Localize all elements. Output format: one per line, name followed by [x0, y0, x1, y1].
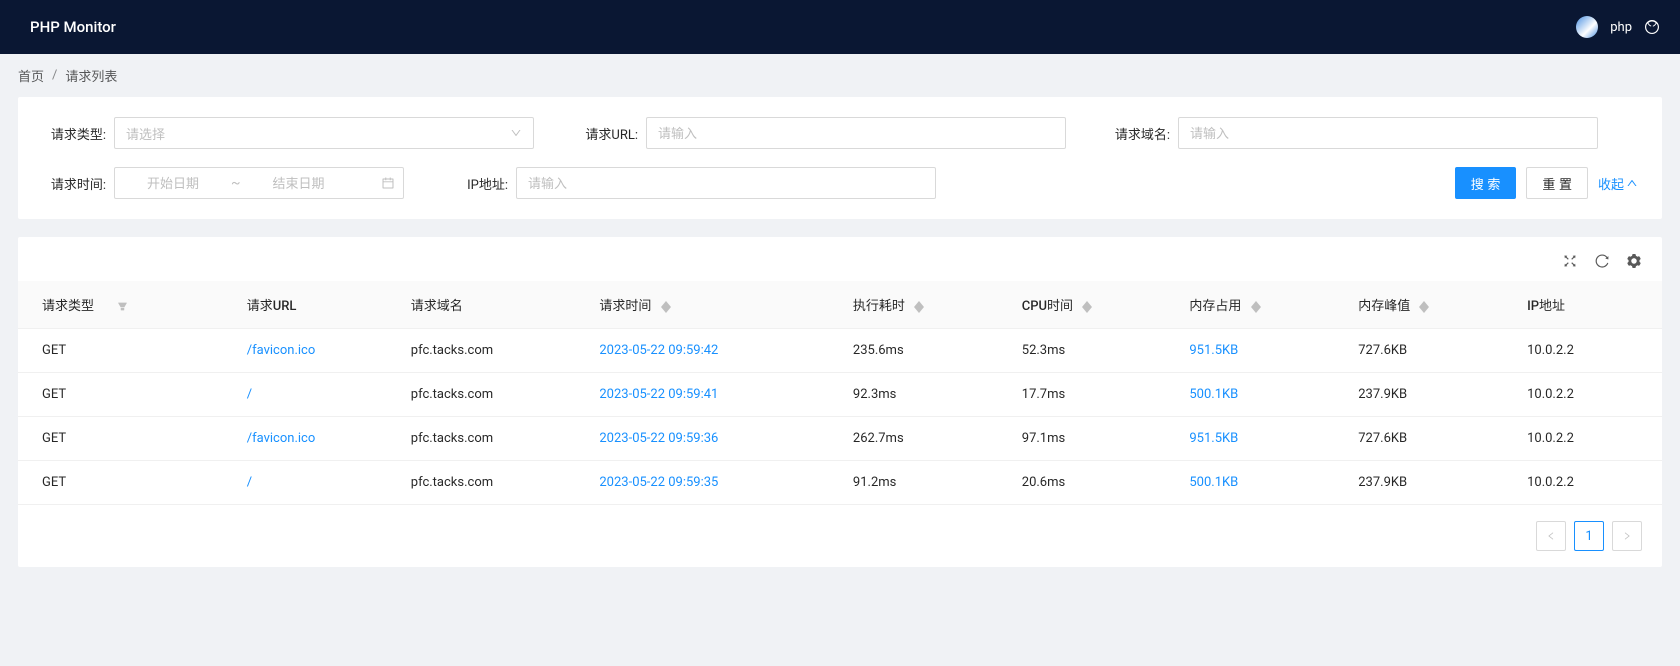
cell-mem[interactable]: 500.1KB — [1177, 461, 1346, 505]
cell-type: GET — [18, 329, 235, 373]
app-header: PHP Monitor php — [0, 0, 1680, 54]
cell-cpu: 20.6ms — [1010, 461, 1178, 505]
next-page-button[interactable] — [1612, 521, 1642, 551]
table-row: GET/favicon.icopfc.tacks.com2023-05-22 0… — [18, 329, 1662, 373]
settings-icon[interactable] — [1626, 253, 1642, 269]
col-time[interactable]: 请求时间 — [587, 281, 841, 329]
username[interactable]: php — [1610, 20, 1632, 35]
cell-url[interactable]: / — [235, 461, 399, 505]
cell-peak: 727.6KB — [1346, 417, 1515, 461]
request-table: 请求类型 请求URL 请求域名 请求时间 执行耗时 CPU时间 — [18, 281, 1662, 505]
filter-label-ip: IP地址: — [444, 174, 508, 193]
col-url: 请求URL — [235, 281, 399, 329]
chevron-down-icon — [510, 127, 522, 139]
breadcrumb-home[interactable]: 首页 — [18, 66, 44, 85]
breadcrumb: 首页 / 请求列表 — [0, 54, 1680, 97]
col-type[interactable]: 请求类型 — [18, 281, 235, 329]
collapse-label: 收起 — [1598, 174, 1624, 193]
cell-ip: 10.0.2.2 — [1515, 461, 1662, 505]
app-title: PHP Monitor — [30, 18, 116, 36]
sort-icon[interactable] — [661, 301, 671, 313]
cell-url[interactable]: /favicon.ico — [235, 417, 399, 461]
header-right: php — [1576, 16, 1660, 38]
pagination: 1 — [18, 505, 1662, 567]
request-type-select[interactable]: 请选择 — [114, 117, 534, 149]
cell-cpu: 97.1ms — [1010, 417, 1178, 461]
chevron-up-icon — [1626, 177, 1638, 189]
request-url-input[interactable] — [646, 117, 1066, 149]
cell-exec: 262.7ms — [841, 417, 1010, 461]
calendar-icon — [381, 176, 395, 190]
col-exec[interactable]: 执行耗时 — [841, 281, 1010, 329]
cell-url[interactable]: / — [235, 373, 399, 417]
filter-label-domain: 请求域名: — [1106, 124, 1170, 143]
col-domain: 请求域名 — [399, 281, 588, 329]
page-1-button[interactable]: 1 — [1574, 521, 1604, 551]
cell-ip: 10.0.2.2 — [1515, 329, 1662, 373]
breadcrumb-current: 请求列表 — [65, 66, 117, 85]
sort-icon[interactable] — [1251, 301, 1261, 313]
start-date-input[interactable] — [123, 176, 223, 191]
cell-time[interactable]: 2023-05-22 09:59:36 — [587, 417, 841, 461]
reload-icon[interactable] — [1594, 253, 1610, 269]
col-cpu[interactable]: CPU时间 — [1010, 281, 1178, 329]
table-card: 请求类型 请求URL 请求域名 请求时间 执行耗时 CPU时间 — [18, 237, 1662, 567]
cell-domain: pfc.tacks.com — [399, 373, 588, 417]
ip-input[interactable] — [516, 167, 936, 199]
cell-peak: 727.6KB — [1346, 329, 1515, 373]
cell-mem[interactable]: 951.5KB — [1177, 417, 1346, 461]
col-ip: IP地址 — [1515, 281, 1662, 329]
range-tilde: ~ — [223, 175, 249, 191]
fullscreen-icon[interactable] — [1562, 253, 1578, 269]
request-domain-input[interactable] — [1178, 117, 1598, 149]
cell-time[interactable]: 2023-05-22 09:59:42 — [587, 329, 841, 373]
filter-label-url: 请求URL: — [574, 124, 638, 143]
filter-label-type: 请求类型: — [42, 124, 106, 143]
cell-exec: 91.2ms — [841, 461, 1010, 505]
cell-domain: pfc.tacks.com — [399, 461, 588, 505]
end-date-input[interactable] — [249, 176, 349, 191]
table-toolbar — [18, 237, 1662, 281]
cell-cpu: 52.3ms — [1010, 329, 1178, 373]
prev-page-button[interactable] — [1536, 521, 1566, 551]
cell-mem[interactable]: 951.5KB — [1177, 329, 1346, 373]
reset-button[interactable]: 重 置 — [1526, 167, 1588, 199]
table-row: GET/pfc.tacks.com2023-05-22 09:59:4192.3… — [18, 373, 1662, 417]
sort-icon[interactable] — [1082, 301, 1092, 313]
filter-icon[interactable] — [117, 301, 128, 312]
request-time-range[interactable]: ~ — [114, 167, 404, 199]
search-button[interactable]: 搜 索 — [1455, 167, 1517, 199]
cell-mem[interactable]: 500.1KB — [1177, 373, 1346, 417]
filter-card: 请求类型: 请选择 请求URL: 请求域名: 请求时间: ~ — [18, 97, 1662, 219]
breadcrumb-sep: / — [52, 68, 57, 83]
cell-time[interactable]: 2023-05-22 09:59:35 — [587, 461, 841, 505]
table-row: GET/pfc.tacks.com2023-05-22 09:59:3591.2… — [18, 461, 1662, 505]
collapse-button[interactable]: 收起 — [1598, 174, 1638, 193]
cell-time[interactable]: 2023-05-22 09:59:41 — [587, 373, 841, 417]
cell-ip: 10.0.2.2 — [1515, 373, 1662, 417]
table-row: GET/favicon.icopfc.tacks.com2023-05-22 0… — [18, 417, 1662, 461]
sort-icon[interactable] — [1419, 301, 1429, 313]
cell-url[interactable]: /favicon.ico — [235, 329, 399, 373]
globe-icon[interactable] — [1644, 19, 1660, 35]
cell-peak: 237.9KB — [1346, 373, 1515, 417]
chevron-left-icon — [1546, 531, 1556, 541]
cell-domain: pfc.tacks.com — [399, 417, 588, 461]
cell-cpu: 17.7ms — [1010, 373, 1178, 417]
cell-exec: 235.6ms — [841, 329, 1010, 373]
sort-icon[interactable] — [914, 301, 924, 313]
request-type-placeholder: 请选择 — [126, 124, 165, 143]
cell-exec: 92.3ms — [841, 373, 1010, 417]
cell-domain: pfc.tacks.com — [399, 329, 588, 373]
col-peak[interactable]: 内存峰值 — [1346, 281, 1515, 329]
cell-type: GET — [18, 417, 235, 461]
col-mem[interactable]: 内存占用 — [1177, 281, 1346, 329]
cell-peak: 237.9KB — [1346, 461, 1515, 505]
cell-type: GET — [18, 461, 235, 505]
cell-type: GET — [18, 373, 235, 417]
avatar[interactable] — [1576, 16, 1598, 38]
chevron-right-icon — [1622, 531, 1632, 541]
cell-ip: 10.0.2.2 — [1515, 417, 1662, 461]
filter-label-time: 请求时间: — [42, 174, 106, 193]
